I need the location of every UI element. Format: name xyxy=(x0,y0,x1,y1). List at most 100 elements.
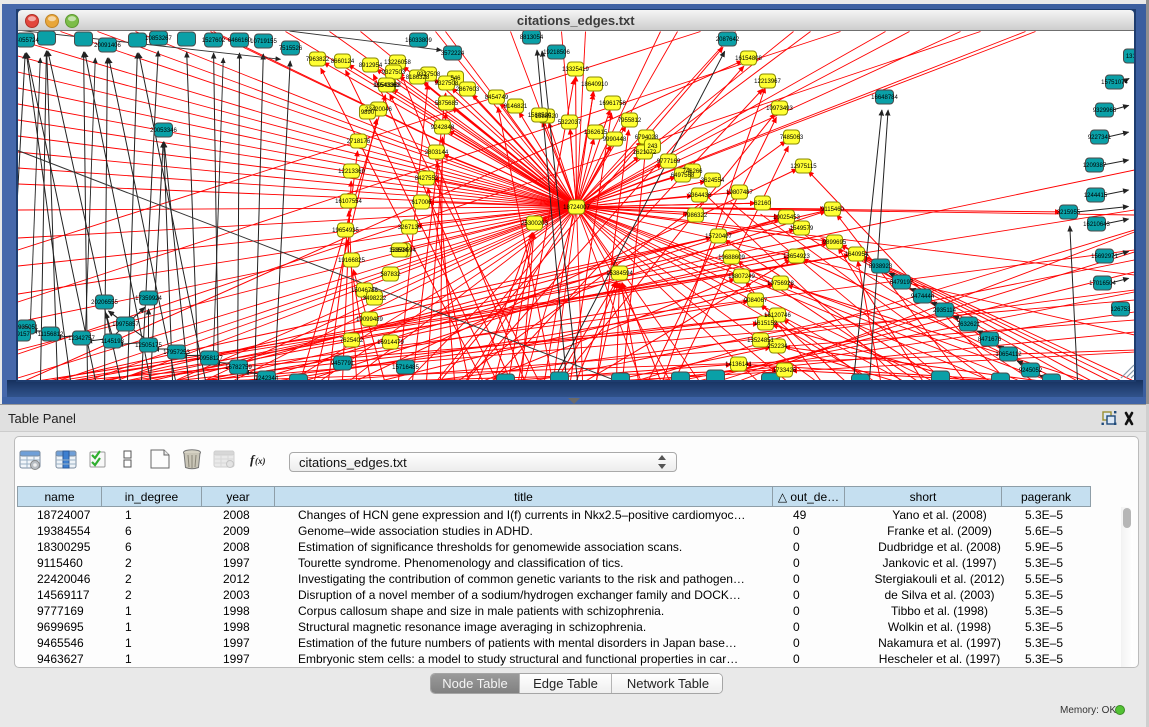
svg-text:8938923: 8938923 xyxy=(868,264,892,270)
svg-text:1244415: 1244415 xyxy=(1083,193,1107,199)
svg-text:16782759: 16782759 xyxy=(225,365,252,371)
svg-text:20206555: 20206555 xyxy=(91,300,118,306)
svg-text:9329966: 9329966 xyxy=(1092,108,1116,114)
svg-text:19218506: 19218506 xyxy=(543,50,570,56)
svg-text:1362615: 1362615 xyxy=(583,130,607,136)
svg-text:1615152: 1615152 xyxy=(753,321,777,327)
svg-text:18640910: 18640910 xyxy=(581,82,608,88)
svg-text:9327503: 9327503 xyxy=(381,70,405,76)
svg-text:7515526: 7515526 xyxy=(278,46,302,52)
svg-text:62160: 62160 xyxy=(754,201,771,207)
svg-text:15046786: 15046786 xyxy=(351,288,378,294)
svg-text:10958127: 10958127 xyxy=(196,356,223,362)
svg-text:16543362: 16543362 xyxy=(373,83,400,89)
svg-text:39157: 39157 xyxy=(18,332,31,338)
svg-text:13654923: 13654923 xyxy=(783,254,810,260)
svg-text:16120746: 16120746 xyxy=(764,313,791,319)
svg-text:8660124: 8660124 xyxy=(330,59,354,65)
svg-text:1733426: 1733426 xyxy=(772,368,796,374)
svg-text:9242848: 9242848 xyxy=(430,125,454,131)
svg-text:1640954: 1640954 xyxy=(844,252,868,258)
svg-text:8427552: 8427552 xyxy=(414,176,438,182)
svg-text:8186328: 8186328 xyxy=(405,75,429,81)
svg-text:587832: 587832 xyxy=(380,272,401,278)
svg-text:15716485: 15716485 xyxy=(392,365,419,371)
svg-text:3267130: 3267130 xyxy=(397,225,421,231)
svg-text:2803144: 2803144 xyxy=(424,150,448,156)
svg-text:16648784: 16648784 xyxy=(871,95,898,101)
svg-text:7632621: 7632621 xyxy=(956,322,980,328)
svg-text:20091406: 20091406 xyxy=(94,43,121,49)
svg-text:3935051: 3935051 xyxy=(18,325,39,331)
svg-text:7963822: 7963822 xyxy=(305,57,329,63)
svg-text:9890: 9890 xyxy=(360,110,374,116)
svg-text:16033809: 16033809 xyxy=(405,38,432,44)
svg-text:126753: 126753 xyxy=(1110,307,1131,313)
svg-text:7625402: 7625402 xyxy=(339,338,363,344)
svg-text:5322037: 5322037 xyxy=(557,120,581,126)
svg-text:13226058: 13226058 xyxy=(384,60,411,66)
svg-text:16914479: 16914479 xyxy=(377,340,404,346)
svg-text:9899695: 9899695 xyxy=(822,240,846,246)
svg-text:10807487: 10807487 xyxy=(726,190,753,196)
svg-text:16107554: 16107554 xyxy=(335,199,362,205)
svg-text:8912954: 8912954 xyxy=(358,63,382,69)
svg-text:252234: 252234 xyxy=(767,344,788,350)
svg-text:10688609: 10688609 xyxy=(718,255,745,261)
svg-text:9115460: 9115460 xyxy=(821,207,845,213)
svg-text:(x): (x) xyxy=(255,456,266,466)
svg-text:19099489: 19099489 xyxy=(356,317,383,323)
svg-text:12213369: 12213369 xyxy=(338,169,365,175)
svg-text:19166825: 19166825 xyxy=(338,258,365,264)
svg-text:3572224: 3572224 xyxy=(440,51,464,57)
svg-text:12505175: 12505175 xyxy=(135,343,162,349)
svg-text:5875685: 5875685 xyxy=(434,101,458,107)
svg-text:18724007: 18724007 xyxy=(563,205,590,211)
svg-text:9474444: 9474444 xyxy=(910,294,934,300)
svg-text:6497568: 6497568 xyxy=(670,173,694,179)
svg-text:9227341: 9227341 xyxy=(1087,135,1111,141)
svg-text:53594: 53594 xyxy=(391,248,408,254)
svg-text:13325419: 13325419 xyxy=(562,67,589,73)
svg-text:2718176: 2718176 xyxy=(346,139,370,145)
svg-text:10973493: 10973493 xyxy=(766,106,793,112)
svg-text:17359924: 17359924 xyxy=(135,296,162,302)
svg-text:12342757: 12342757 xyxy=(68,336,95,342)
svg-text:1588520: 1588520 xyxy=(527,113,551,119)
svg-text:1145193: 1145193 xyxy=(101,339,125,345)
svg-text:15720407: 15720407 xyxy=(705,234,732,240)
svg-text:1549579: 1549579 xyxy=(789,226,813,232)
svg-text:2364436: 2364436 xyxy=(687,193,711,199)
svg-text:20053346: 20053346 xyxy=(150,128,177,134)
svg-text:10756928: 10756928 xyxy=(767,281,794,287)
svg-text:1621072: 1621072 xyxy=(632,150,656,156)
svg-text:12975115: 12975115 xyxy=(790,164,817,170)
svg-text:25300203: 25300203 xyxy=(521,221,548,227)
svg-text:8813054: 8813054 xyxy=(519,35,543,41)
svg-text:6479197: 6479197 xyxy=(889,280,913,286)
svg-text:9245052: 9245052 xyxy=(1018,368,1042,374)
svg-text:1312: 1312 xyxy=(1125,54,1134,60)
svg-text:11156812: 11156812 xyxy=(37,332,63,338)
svg-text:16154808: 16154808 xyxy=(735,56,762,62)
svg-text:6466160: 6466160 xyxy=(227,38,251,44)
svg-text:9990448: 9990448 xyxy=(602,137,626,143)
svg-text:9457791: 9457791 xyxy=(330,361,354,367)
svg-text:8471676: 8471676 xyxy=(977,337,1001,343)
svg-text:9084067: 9084067 xyxy=(743,298,767,304)
svg-text:1527602: 1527602 xyxy=(201,38,225,44)
svg-text:12213967: 12213967 xyxy=(754,79,781,85)
svg-text:8454749: 8454749 xyxy=(484,95,508,101)
svg-text:10025453: 10025453 xyxy=(773,215,800,221)
svg-text:10654112: 10654112 xyxy=(995,352,1022,358)
svg-text:3624554: 3624554 xyxy=(700,178,724,184)
svg-text:19654935: 19654935 xyxy=(332,228,359,234)
svg-text:9146821: 9146821 xyxy=(503,104,527,110)
svg-text:6794028: 6794028 xyxy=(634,135,658,141)
svg-text:10853267: 10853267 xyxy=(145,36,172,42)
svg-text:2935114: 2935114 xyxy=(933,308,957,314)
svg-text:1242344: 1242344 xyxy=(254,376,278,380)
svg-text:10719155: 10719155 xyxy=(250,39,277,45)
svg-text:9777169: 9777169 xyxy=(656,159,680,165)
svg-text:7986322: 7986322 xyxy=(683,213,707,219)
